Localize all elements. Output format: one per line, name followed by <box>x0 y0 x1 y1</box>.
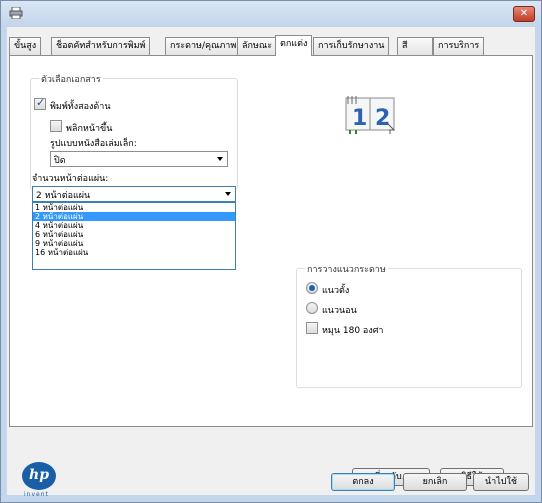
orientation-title: การวางแนวกระดาษ <box>305 262 388 276</box>
print-both-sides-checkbox[interactable] <box>34 96 46 110</box>
pages-per-sheet-label: จำนวนหน้าต่อแผ่น: <box>32 174 109 184</box>
close-button[interactable]: ✕ <box>513 6 535 22</box>
dialog-client: ขั้นสูง ช็อตคัทสำหรับการพิมพ์ กระดาษ/คุณ… <box>7 27 535 498</box>
flip-pages-up-label: พลิกหน้าขึ้น <box>66 124 113 134</box>
pages-option-2[interactable]: 2 หน้าต่อแผ่น <box>33 212 235 221</box>
cancel-button[interactable]: ยกเลิก <box>403 473 467 491</box>
portrait-radio[interactable] <box>306 282 318 294</box>
pages-per-sheet-select[interactable]: 2 หน้าต่อแผ่น <box>32 186 236 202</box>
preview-page-1: 1 <box>352 106 367 131</box>
chevron-down-icon <box>217 157 223 161</box>
apply-button[interactable]: นำไปใช้ <box>473 473 529 491</box>
chevron-down-icon <box>225 192 231 196</box>
document-options-title: ตัวเลือกเอกสาร <box>39 72 103 86</box>
tab-job-storage[interactable]: การเก็บรักษางาน <box>313 37 390 55</box>
printer-icon <box>9 7 23 19</box>
hp-logo: hp invent <box>22 462 56 498</box>
ok-button[interactable]: ตกลง <box>331 473 395 491</box>
tab-services[interactable]: การบริการ <box>433 37 485 55</box>
pages-option-9[interactable]: 9 หน้าต่อแผ่น <box>33 239 235 248</box>
tab-effects[interactable]: ลักษณะ <box>237 37 278 55</box>
tab-color[interactable]: สี <box>397 37 433 55</box>
tab-shortcuts[interactable]: ช็อตคัทสำหรับการพิมพ์ <box>51 37 151 55</box>
landscape-radio[interactable] <box>306 302 318 314</box>
tab-finishing[interactable]: ตกแต่ง <box>275 35 313 56</box>
pages-per-sheet-value: 2 หน้าต่อแผ่น <box>36 191 91 201</box>
preview-page-2: 2 <box>375 106 390 131</box>
pages-option-4[interactable]: 4 หน้าต่อแผ่น <box>33 221 235 230</box>
duplex-preview: 1 2 <box>342 92 402 138</box>
hp-logo-mark: hp <box>22 462 56 490</box>
tab-bar: ขั้นสูง ช็อตคัทสำหรับการพิมพ์ กระดาษ/คุณ… <box>7 35 535 56</box>
title-bar: ✕ <box>1 1 541 27</box>
booklet-layout-select[interactable]: ปิด <box>50 151 228 167</box>
portrait-label: แนวตั้ง <box>322 286 350 296</box>
pages-option-1[interactable]: 1 หน้าต่อแผ่น <box>33 203 235 212</box>
rotate-180-label: หมุน 180 องศา <box>322 326 384 336</box>
tab-paper-quality[interactable]: กระดาษ/คุณภาพ <box>165 37 242 55</box>
rotate-180-checkbox[interactable] <box>306 322 318 334</box>
print-both-sides-label: พิมพ์ทั้งสองด้าน <box>50 102 111 112</box>
booklet-layout-label: รูปแบบหนังสือเล่มเล็ก: <box>50 139 137 149</box>
hp-logo-tagline: invent <box>24 491 49 498</box>
pages-option-16[interactable]: 16 หน้าต่อแผ่น <box>33 248 235 257</box>
pages-option-6[interactable]: 6 หน้าต่อแผ่น <box>33 230 235 239</box>
pages-per-sheet-dropdown: 1 หน้าต่อแผ่น 2 หน้าต่อแผ่น 4 หน้าต่อแผ่… <box>32 202 236 270</box>
booklet-layout-value: ปิด <box>54 156 66 166</box>
finishing-panel: ตัวเลือกเอกสาร พิมพ์ทั้งสองด้าน พลิกหน้า… <box>9 55 533 498</box>
printer-properties-window: ✕ ขั้นสูง ช็อตคัทสำหรับการพิมพ์ กระดาษ/ค… <box>0 0 542 503</box>
flip-pages-up-checkbox[interactable] <box>50 120 62 132</box>
tab-advanced[interactable]: ขั้นสูง <box>9 37 42 55</box>
landscape-label: แนวนอน <box>322 306 357 316</box>
duplex-preview-icon: 1 2 <box>345 96 396 134</box>
